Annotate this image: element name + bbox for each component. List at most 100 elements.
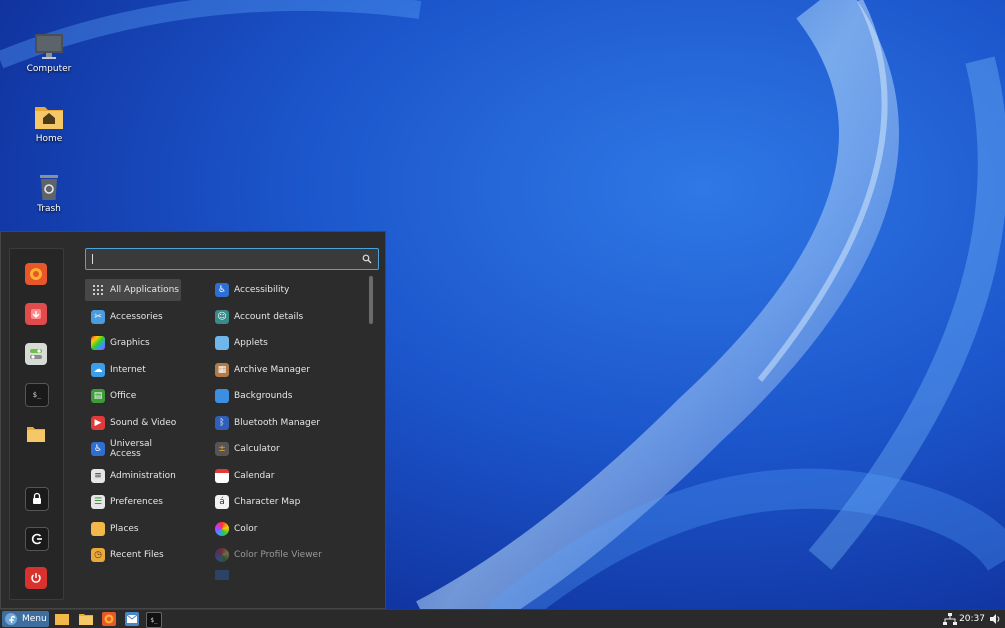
app-calculator[interactable]: ± Calculator (209, 438, 367, 460)
category-label: Internet (110, 365, 146, 375)
home-folder-icon (35, 107, 63, 129)
category-universal-access[interactable]: ♿ Universal Access (85, 438, 181, 460)
category-label: Places (110, 524, 139, 534)
logout-icon (31, 533, 42, 545)
favorite-software-manager[interactable] (25, 303, 47, 325)
clock[interactable]: 20:37 (959, 614, 985, 624)
app-color-profile-viewer[interactable]: Color Profile Viewer (209, 544, 367, 566)
desktop-icon-home[interactable]: Home (18, 102, 80, 144)
app-partial-next (209, 570, 367, 580)
app-applets[interactable]: Applets (209, 332, 367, 354)
accessories-icon: ✂ (91, 310, 105, 324)
volume-icon[interactable] (989, 613, 1001, 625)
application-menu: $_ All Applications ✂ Accessories Graphi… (0, 231, 386, 609)
app-label: Color Profile Viewer (234, 550, 322, 560)
character-map-icon: á (215, 495, 229, 509)
search-input[interactable] (85, 248, 379, 270)
bluetooth-icon: ᛒ (215, 416, 229, 430)
app-account-details[interactable]: ☺ Account details (209, 306, 367, 328)
launcher-show-desktop[interactable] (55, 612, 69, 626)
category-graphics[interactable]: Graphics (85, 332, 181, 354)
fedora-logo-icon (5, 613, 17, 625)
category-label: Graphics (110, 338, 150, 348)
desktop-icon-label: Trash (37, 204, 61, 214)
backgrounds-icon (215, 389, 229, 403)
calendar-icon (215, 469, 229, 483)
search-icon (362, 254, 372, 264)
app-list-scrollbar[interactable] (369, 276, 373, 324)
app-backgrounds[interactable]: Backgrounds (209, 385, 367, 407)
applets-icon (215, 336, 229, 350)
desktop-icon-computer[interactable]: Computer (18, 32, 80, 74)
lock-screen-button[interactable] (25, 487, 49, 511)
app-label: Backgrounds (234, 391, 293, 401)
text-cursor (92, 254, 93, 264)
launcher-firefox[interactable] (102, 612, 116, 626)
toggle-settings-icon (30, 349, 42, 359)
favorites-sidebar: $_ (9, 248, 64, 600)
launcher-mail[interactable] (125, 612, 139, 626)
computer-icon (35, 34, 63, 59)
category-label: Recent Files (110, 550, 164, 560)
terminal-icon: $_ (150, 616, 158, 624)
app-label: Character Map (234, 497, 301, 507)
app-bluetooth-manager[interactable]: ᛒ Bluetooth Manager (209, 412, 367, 434)
terminal-icon: $_ (32, 391, 42, 399)
desktop-folder-icon (55, 614, 69, 625)
folder-icon (91, 522, 105, 536)
app-archive-manager[interactable]: ▦ Archive Manager (209, 359, 367, 381)
desktop-icon-trash[interactable]: Trash (18, 172, 80, 214)
app-label: Archive Manager (234, 365, 310, 375)
category-label: Preferences (110, 497, 163, 507)
category-places[interactable]: Places (85, 518, 181, 540)
network-icon[interactable] (943, 613, 957, 625)
accessibility-icon: ♿ (91, 442, 105, 456)
app-accessibility[interactable]: ♿ Accessibility (209, 279, 367, 301)
app-label: Color (234, 524, 258, 534)
app-label: Calendar (234, 471, 275, 481)
category-all-applications[interactable]: All Applications (85, 279, 181, 301)
category-administration[interactable]: ≡ Administration (85, 465, 181, 487)
app-character-map[interactable]: á Character Map (209, 491, 367, 513)
app-color[interactable]: Color (209, 518, 367, 540)
folder-icon (79, 614, 93, 625)
app-label: Account details (234, 312, 304, 322)
calculator-icon: ± (215, 442, 229, 456)
category-label: Accessories (110, 312, 163, 322)
grid-icon (91, 283, 105, 297)
launcher-terminal[interactable]: $_ (146, 612, 162, 628)
app-label: Applets (234, 338, 268, 348)
software-manager-icon (31, 309, 41, 319)
category-internet[interactable]: ☁ Internet (85, 359, 181, 381)
menu-button[interactable]: Menu (2, 611, 49, 627)
favorite-settings[interactable] (25, 343, 47, 365)
trash-icon (40, 175, 58, 200)
category-label: Universal Access (110, 439, 153, 459)
category-office[interactable]: ▤ Office (85, 385, 181, 407)
category-preferences[interactable]: ☰ Preferences (85, 491, 181, 513)
category-label: Sound & Video (110, 418, 177, 428)
category-sound-video[interactable]: ▶ Sound & Video (85, 412, 181, 434)
power-icon (31, 573, 41, 583)
office-icon: ▤ (91, 389, 105, 403)
category-label: All Applications (110, 285, 179, 295)
administration-icon: ≡ (91, 469, 105, 483)
logout-button[interactable] (25, 527, 49, 551)
graphics-icon (91, 336, 105, 350)
favorite-terminal[interactable]: $_ (25, 383, 49, 407)
favorite-firefox[interactable] (25, 263, 47, 285)
color-wheel-icon (215, 522, 229, 536)
shutdown-button[interactable] (25, 567, 47, 589)
mail-icon (126, 614, 138, 623)
launcher-files[interactable] (79, 612, 93, 626)
desktop-icon-label: Home (35, 134, 63, 144)
color-profile-icon (215, 548, 229, 562)
category-accessories[interactable]: ✂ Accessories (85, 306, 181, 328)
firefox-icon (30, 268, 42, 280)
app-calendar[interactable]: Calendar (209, 465, 367, 487)
firefox-icon (104, 614, 114, 624)
folder-icon (27, 427, 45, 442)
archive-icon: ▦ (215, 363, 229, 377)
favorite-files[interactable] (25, 423, 47, 445)
category-recent-files[interactable]: ◷ Recent Files (85, 544, 181, 566)
